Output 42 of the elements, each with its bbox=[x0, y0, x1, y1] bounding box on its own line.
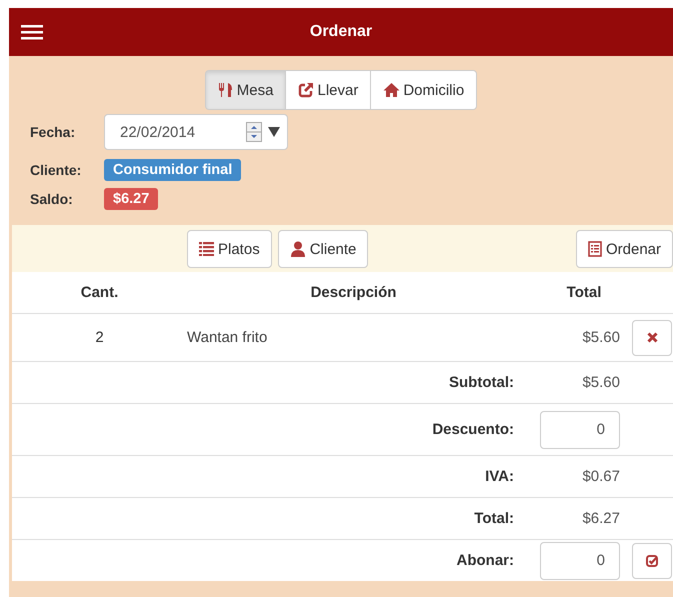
menu-icon[interactable] bbox=[21, 24, 43, 40]
summary-label: Subtotal: bbox=[448, 374, 515, 391]
amount-field[interactable]: 0 bbox=[540, 410, 620, 448]
external-link-icon bbox=[298, 82, 314, 98]
field-label: Saldo: bbox=[30, 191, 74, 207]
dishes-button[interactable]: Platos bbox=[187, 230, 272, 268]
summary-label: Descuento: bbox=[431, 421, 515, 438]
order-button[interactable]: Ordenar bbox=[576, 230, 673, 268]
person-icon bbox=[290, 241, 306, 257]
balance-badge: $6.27 bbox=[104, 188, 158, 210]
order-type-tab[interactable]: Domicilio bbox=[370, 71, 476, 109]
client-badge: Consumidor final bbox=[104, 159, 242, 181]
summary-label: IVA: bbox=[484, 468, 515, 485]
cutlery-icon bbox=[218, 82, 234, 98]
quantity-cell-text: 2 bbox=[94, 329, 105, 346]
document-list-icon bbox=[588, 241, 602, 257]
delete-icon bbox=[646, 332, 658, 343]
summary-value: $6.27 bbox=[582, 510, 620, 527]
confirm-button[interactable] bbox=[632, 542, 672, 578]
field-label: Fecha: bbox=[30, 124, 76, 140]
summary-value: $0.67 bbox=[582, 468, 620, 485]
client-button[interactable]: Cliente bbox=[278, 230, 368, 268]
order-type-tab[interactable]: Mesa bbox=[206, 71, 286, 109]
column-header: Cant. bbox=[80, 284, 120, 301]
summary-label: Abonar: bbox=[456, 552, 515, 569]
check-square-icon bbox=[646, 554, 658, 566]
field-label: Cliente: bbox=[30, 162, 82, 178]
total-cell-text: $5.60 bbox=[581, 329, 620, 346]
summary-value: $5.60 bbox=[582, 374, 620, 391]
list-icon bbox=[199, 242, 214, 256]
date-field[interactable]: 22/02/2014 bbox=[104, 114, 288, 150]
column-header: Total bbox=[566, 284, 602, 301]
spinner-icon[interactable] bbox=[246, 122, 262, 142]
column-header: Descripción bbox=[310, 284, 398, 301]
amount-field[interactable]: 0 bbox=[540, 542, 620, 580]
order-type-tab[interactable]: Llevar bbox=[285, 71, 370, 109]
dropdown-arrow-icon[interactable] bbox=[268, 127, 280, 137]
description-cell-text: Wantan frito bbox=[187, 329, 268, 346]
page-title: Ordenar bbox=[308, 23, 374, 41]
summary-label: Total: bbox=[473, 510, 515, 527]
delete-button[interactable] bbox=[632, 320, 672, 356]
house-icon bbox=[383, 82, 400, 98]
